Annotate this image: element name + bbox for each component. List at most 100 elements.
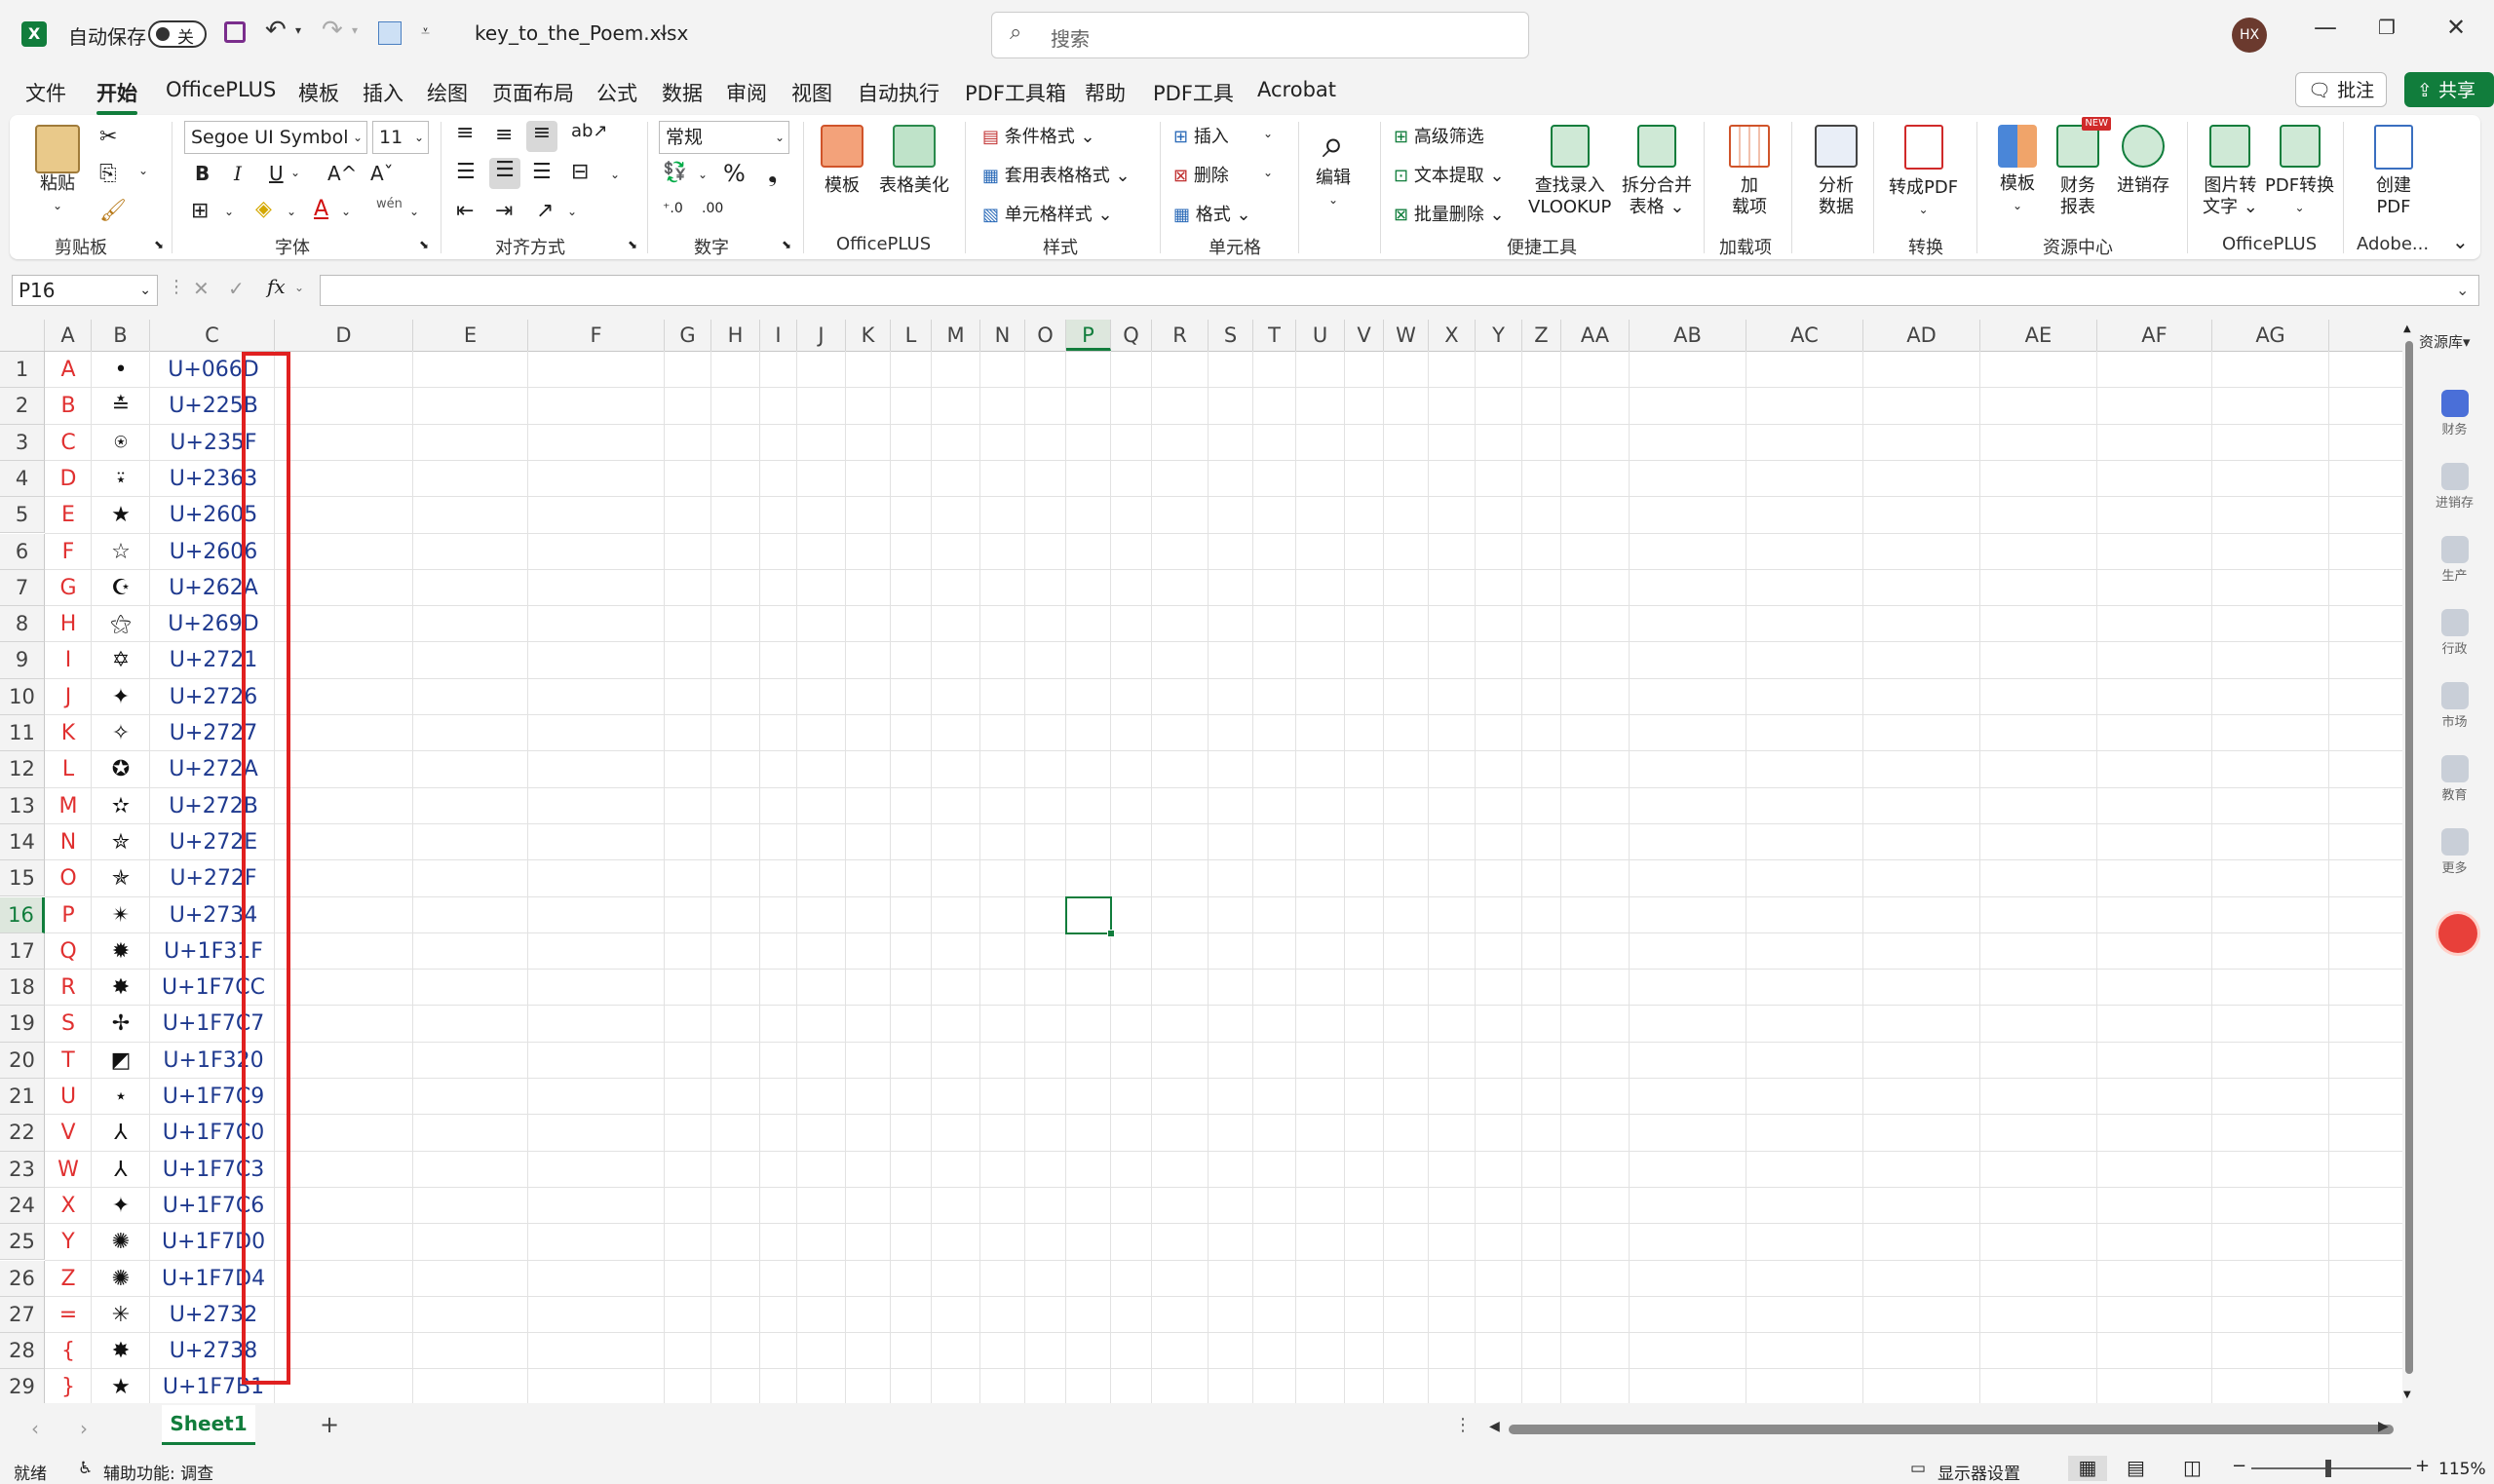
row-header-20[interactable]: 20 [0,1042,45,1079]
scroll-right-icon[interactable]: ▶ [2378,1419,2389,1434]
addins-button[interactable]: 加 载项 [1729,125,1770,218]
column-header-o[interactable]: O [1025,320,1066,351]
row-header-13[interactable]: 13 [0,787,45,824]
name-box[interactable]: P16 ⌄ [12,275,158,306]
cell-b17[interactable]: ✹ [92,933,150,970]
cell-b22[interactable]: ⅄ [92,1115,150,1151]
user-avatar[interactable]: HX [2232,18,2267,53]
insert-function-button[interactable]: fx [267,275,286,298]
column-header-l[interactable]: L [891,320,932,351]
column-header-e[interactable]: E [413,320,528,351]
merge-center-icon[interactable]: ⊟ [571,160,589,184]
cell-a13[interactable]: M [46,788,91,824]
tab-help[interactable]: 帮助 [1085,78,1126,107]
phonetic-icon[interactable]: wén [376,197,403,211]
increase-decimal-icon[interactable]: ⁺.0 [663,201,683,216]
cell-a21[interactable]: U [46,1079,91,1115]
finance-report-button[interactable]: NEW 财务 报表 [2056,117,2111,218]
horizontal-scroll-thumb[interactable] [1509,1425,2394,1434]
row-header-29[interactable]: 29 [0,1369,45,1403]
editing-button[interactable]: ⌕ 编辑 ⌄ [1316,121,1351,210]
accounting-format-icon[interactable]: 💱 [663,160,687,183]
font-size-select[interactable]: 11 ⌄ [372,121,429,154]
batch-delete-button[interactable]: ⊠ 批量删除 ⌄ [1394,201,1505,226]
cell-a3[interactable]: C [46,425,91,461]
officeplus-template-button[interactable]: 模板 [821,125,863,197]
filename-chevron-down-icon[interactable]: ⌄ [657,21,670,40]
minimize-icon[interactable]: — [2314,14,2337,41]
font-launcher-icon[interactable]: ⬊ [419,238,429,251]
fill-color-dropdown-icon[interactable]: ⌄ [287,205,296,218]
cell-a6[interactable]: F [46,534,91,570]
tab-acrobat[interactable]: Acrobat [1257,78,1336,101]
ribbon-collapse-chevron-icon[interactable]: ⌄ [2452,230,2469,253]
cell-a19[interactable]: S [46,1006,91,1042]
row-header-19[interactable]: 19 [0,1006,45,1043]
orientation-icon[interactable]: ab↗ [571,121,608,141]
page-layout-view-icon[interactable]: ▤ [2127,1456,2145,1479]
column-header-q[interactable]: Q [1111,320,1152,351]
cell-a24[interactable]: X [46,1188,91,1224]
redo-dropdown-icon[interactable]: ▾ [352,23,358,37]
font-color-icon[interactable]: A [314,197,328,221]
inventory-button[interactable]: 进销存 [2117,125,2169,197]
row-header-10[interactable]: 10 [0,678,45,715]
maximize-icon[interactable]: ❐ [2378,16,2396,39]
row-header-23[interactable]: 23 [0,1151,45,1188]
prev-sheet-icon[interactable]: ‹ [31,1417,39,1440]
tab-page-layout[interactable]: 页面布局 [492,78,574,107]
cell-a20[interactable]: T [46,1043,91,1079]
row-header-12[interactable]: 12 [0,751,45,788]
column-header-w[interactable]: W [1384,320,1429,351]
conditional-format-button[interactable]: ▤ 条件格式 ⌄ [982,123,1095,148]
normal-view-icon[interactable]: ▦ [2068,1456,2107,1481]
format-cells-button[interactable]: ▦ 格式 ⌄ [1173,201,1251,226]
tab-template[interactable]: 模板 [298,78,339,107]
comma-style-icon[interactable]: ❟ [768,160,777,187]
delete-dropdown-icon[interactable]: ⌄ [1263,166,1273,179]
row-header-15[interactable]: 15 [0,860,45,897]
cancel-entry-icon[interactable]: ✕ [193,277,210,300]
cell-b20[interactable]: ◩ [92,1043,150,1079]
cell-b13[interactable]: ✫ [92,788,150,824]
resource-item-5[interactable]: 教育 [2415,755,2494,803]
tab-insert[interactable]: 插入 [363,78,403,107]
cell-b8[interactable]: ⚝ [92,606,150,642]
cell-a26[interactable]: Z [46,1261,91,1297]
cell-a8[interactable]: H [46,606,91,642]
column-header-m[interactable]: M [932,320,980,351]
redo-icon[interactable]: ↷ [322,16,343,45]
row-header-4[interactable]: 4 [0,460,45,498]
scroll-up-icon[interactable]: ▲ [2403,323,2411,334]
column-header-h[interactable]: H [711,320,760,351]
scroll-down-icon[interactable]: ▼ [2403,1389,2411,1400]
column-header-g[interactable]: G [665,320,711,351]
text-extract-button[interactable]: ⊡ 文本提取 ⌄ [1394,162,1505,187]
tab-formulas[interactable]: 公式 [596,78,637,107]
cell-a23[interactable]: W [46,1152,91,1188]
cell-b10[interactable]: ✦ [92,679,150,715]
lookup-vlookup-button[interactable]: 查找录入 VLOOKUP [1528,125,1611,218]
number-launcher-icon[interactable]: ⬊ [782,238,791,251]
shrink-font-button[interactable]: Aˇ [370,162,394,185]
row-header-16[interactable]: 16 [0,896,45,933]
column-header-j[interactable]: J [797,320,846,351]
delete-cells-button[interactable]: ⊠ 删除 [1173,162,1229,187]
cell-b7[interactable]: ☪ [92,570,150,606]
tab-home[interactable]: 开始 [96,78,137,115]
borders-dropdown-icon[interactable]: ⌄ [224,205,234,218]
formula-bar-options-icon[interactable]: ⋮ [168,277,185,297]
copy-dropdown-icon[interactable]: ⌄ [138,164,148,177]
align-left-icon[interactable]: ☰ [456,160,476,184]
tab-file[interactable]: 文件 [25,78,66,107]
scroll-left-icon[interactable]: ◀ [1489,1419,1500,1434]
column-header-t[interactable]: T [1253,320,1296,351]
merge-dropdown-icon[interactable]: ⌄ [610,168,620,181]
grow-font-button[interactable]: A^ [327,162,357,185]
next-sheet-icon[interactable]: › [80,1417,88,1440]
column-header-ac[interactable]: AC [1746,320,1863,351]
column-header-ad[interactable]: AD [1863,320,1980,351]
column-header-s[interactable]: S [1209,320,1253,351]
tab-data[interactable]: 数据 [662,78,703,107]
split-merge-button[interactable]: 拆分合并 表格 ⌄ [1622,125,1692,218]
